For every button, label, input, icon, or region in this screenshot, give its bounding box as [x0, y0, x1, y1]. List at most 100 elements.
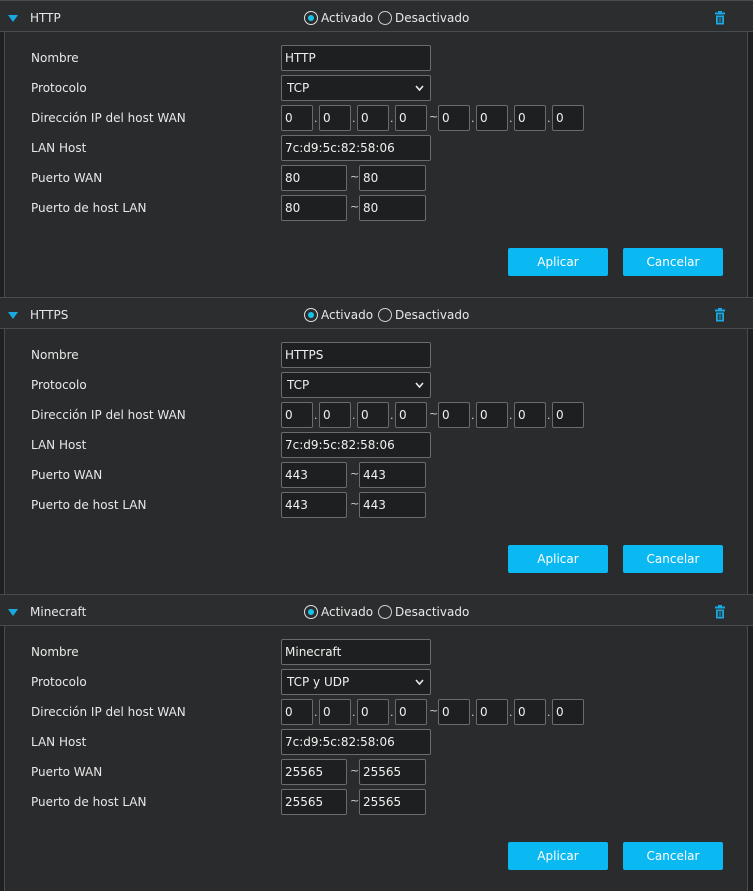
radio-unchecked-icon[interactable] [378, 605, 392, 619]
ip-dot-separator: . [509, 706, 513, 719]
apply-button[interactable]: Aplicar [508, 248, 608, 276]
ip-dot-separator: . [471, 409, 475, 422]
collapse-triangle-icon[interactable] [8, 15, 18, 22]
ip-dot-separator: . [390, 112, 394, 125]
delete-trash-icon[interactable] [713, 11, 727, 25]
apply-button[interactable]: Aplicar [508, 842, 608, 870]
radio-unchecked-icon[interactable] [378, 308, 392, 322]
lan-host-input[interactable]: 7c:d9:5c:82:58:06 [281, 432, 431, 458]
lan-port-start-input[interactable]: 443 [281, 492, 347, 518]
range-tilde-separator: ~ [350, 794, 360, 807]
wan-ip-start-octet-2[interactable]: 0 [319, 105, 351, 131]
name-input[interactable]: Minecraft [281, 639, 431, 665]
wan-port-label: Puerto WAN [31, 765, 103, 779]
ip-dot-separator: . [352, 409, 356, 422]
wan-ip-start-octet-3[interactable]: 0 [357, 105, 389, 131]
range-tilde-separator: ~ [350, 467, 360, 480]
wan-ip-start-octet-1[interactable]: 0 [281, 105, 313, 131]
lan-host-input[interactable]: 7c:d9:5c:82:58:06 [281, 729, 431, 755]
rule-title: Minecraft [30, 605, 87, 619]
wan-ip-end-octet-1[interactable]: 0 [438, 699, 470, 725]
name-label: Nombre [31, 348, 79, 362]
radio-unchecked-icon[interactable] [378, 11, 392, 25]
lan-host-input[interactable]: 7c:d9:5c:82:58:06 [281, 135, 431, 161]
wan-port-end-input[interactable]: 25565 [359, 759, 426, 785]
wan-ip-start-octet-1[interactable]: 0 [281, 699, 313, 725]
wan-port-end-input[interactable]: 443 [359, 462, 426, 488]
ip-dot-separator: . [390, 409, 394, 422]
range-tilde-separator: ~ [350, 497, 360, 510]
wan-ip-end-octet-2[interactable]: 0 [476, 105, 508, 131]
protocol-select-value: TCP y UDP [287, 675, 350, 689]
range-tilde-separator: ~ [350, 764, 360, 777]
wan-ip-start-octet-3[interactable]: 0 [357, 699, 389, 725]
cancel-button[interactable]: Cancelar [623, 842, 723, 870]
wan-ip-end-octet-3[interactable]: 0 [514, 402, 546, 428]
apply-button[interactable]: Aplicar [508, 545, 608, 573]
wan-ip-end-octet-1[interactable]: 0 [438, 402, 470, 428]
protocol-select[interactable]: TCP [281, 372, 431, 398]
cancel-button[interactable]: Cancelar [623, 248, 723, 276]
wan-ip-end-octet-1[interactable]: 0 [438, 105, 470, 131]
radio-checked-icon[interactable] [304, 605, 318, 619]
disabled-radio[interactable]: Desactivado [378, 308, 469, 322]
wan-port-end-input[interactable]: 80 [359, 165, 426, 191]
ip-dot-separator: . [390, 706, 394, 719]
lan-port-start-input[interactable]: 80 [281, 195, 347, 221]
wan-port-start-input[interactable]: 443 [281, 462, 347, 488]
wan-ip-end-octet-2[interactable]: 0 [476, 402, 508, 428]
lan-port-label: Puerto de host LAN [31, 498, 147, 512]
collapse-triangle-icon[interactable] [8, 609, 18, 616]
wan-ip-end-octet-4[interactable]: 0 [552, 105, 584, 131]
protocol-select[interactable]: TCP [281, 75, 431, 101]
enabled-radio-label: Activado [321, 308, 374, 322]
lan-port-start-input[interactable]: 25565 [281, 789, 347, 815]
lan-port-end-input[interactable]: 443 [359, 492, 426, 518]
ip-dot-separator: . [314, 409, 318, 422]
wan-port-start-input[interactable]: 25565 [281, 759, 347, 785]
name-input[interactable]: HTTPS [281, 342, 431, 368]
wan-ip-end-octet-2[interactable]: 0 [476, 699, 508, 725]
delete-trash-icon[interactable] [713, 308, 727, 322]
wan-ip-label: Dirección IP del host WAN [31, 705, 186, 719]
chevron-down-icon [415, 679, 424, 686]
name-label: Nombre [31, 645, 79, 659]
protocol-label: Protocolo [31, 81, 87, 95]
radio-checked-icon[interactable] [304, 308, 318, 322]
lan-port-end-input[interactable]: 25565 [359, 789, 426, 815]
protocol-select-value: TCP [287, 378, 310, 392]
lan-port-label: Puerto de host LAN [31, 795, 147, 809]
wan-ip-end-octet-3[interactable]: 0 [514, 105, 546, 131]
wan-ip-start-octet-2[interactable]: 0 [319, 699, 351, 725]
wan-ip-start-octet-4[interactable]: 0 [395, 105, 427, 131]
disabled-radio[interactable]: Desactivado [378, 11, 469, 25]
wan-ip-start-octet-4[interactable]: 0 [395, 402, 427, 428]
cancel-button[interactable]: Cancelar [623, 545, 723, 573]
range-tilde-separator: ~ [429, 110, 439, 123]
name-input[interactable]: HTTP [281, 45, 431, 71]
protocol-select[interactable]: TCP y UDP [281, 669, 431, 695]
delete-trash-icon[interactable] [713, 605, 727, 619]
disabled-radio[interactable]: Desactivado [378, 605, 469, 619]
lan-host-label: LAN Host [31, 438, 87, 452]
enabled-radio-label: Activado [321, 11, 374, 25]
ip-dot-separator: . [547, 112, 551, 125]
wan-ip-end-octet-3[interactable]: 0 [514, 699, 546, 725]
ip-dot-separator: . [547, 409, 551, 422]
enabled-radio[interactable]: Activado [304, 308, 373, 322]
radio-checked-icon[interactable] [304, 11, 318, 25]
wan-port-start-input[interactable]: 80 [281, 165, 347, 191]
lan-port-end-input[interactable]: 80 [359, 195, 426, 221]
wan-ip-start-octet-2[interactable]: 0 [319, 402, 351, 428]
disabled-radio-label: Desactivado [395, 11, 470, 25]
wan-ip-end-octet-4[interactable]: 0 [552, 402, 584, 428]
wan-ip-start-octet-4[interactable]: 0 [395, 699, 427, 725]
wan-ip-end-octet-4[interactable]: 0 [552, 699, 584, 725]
enabled-radio[interactable]: Activado [304, 11, 373, 25]
wan-ip-start-octet-1[interactable]: 0 [281, 402, 313, 428]
wan-ip-label: Dirección IP del host WAN [31, 111, 186, 125]
enabled-radio[interactable]: Activado [304, 605, 373, 619]
ip-dot-separator: . [509, 409, 513, 422]
collapse-triangle-icon[interactable] [8, 312, 18, 319]
wan-ip-start-octet-3[interactable]: 0 [357, 402, 389, 428]
